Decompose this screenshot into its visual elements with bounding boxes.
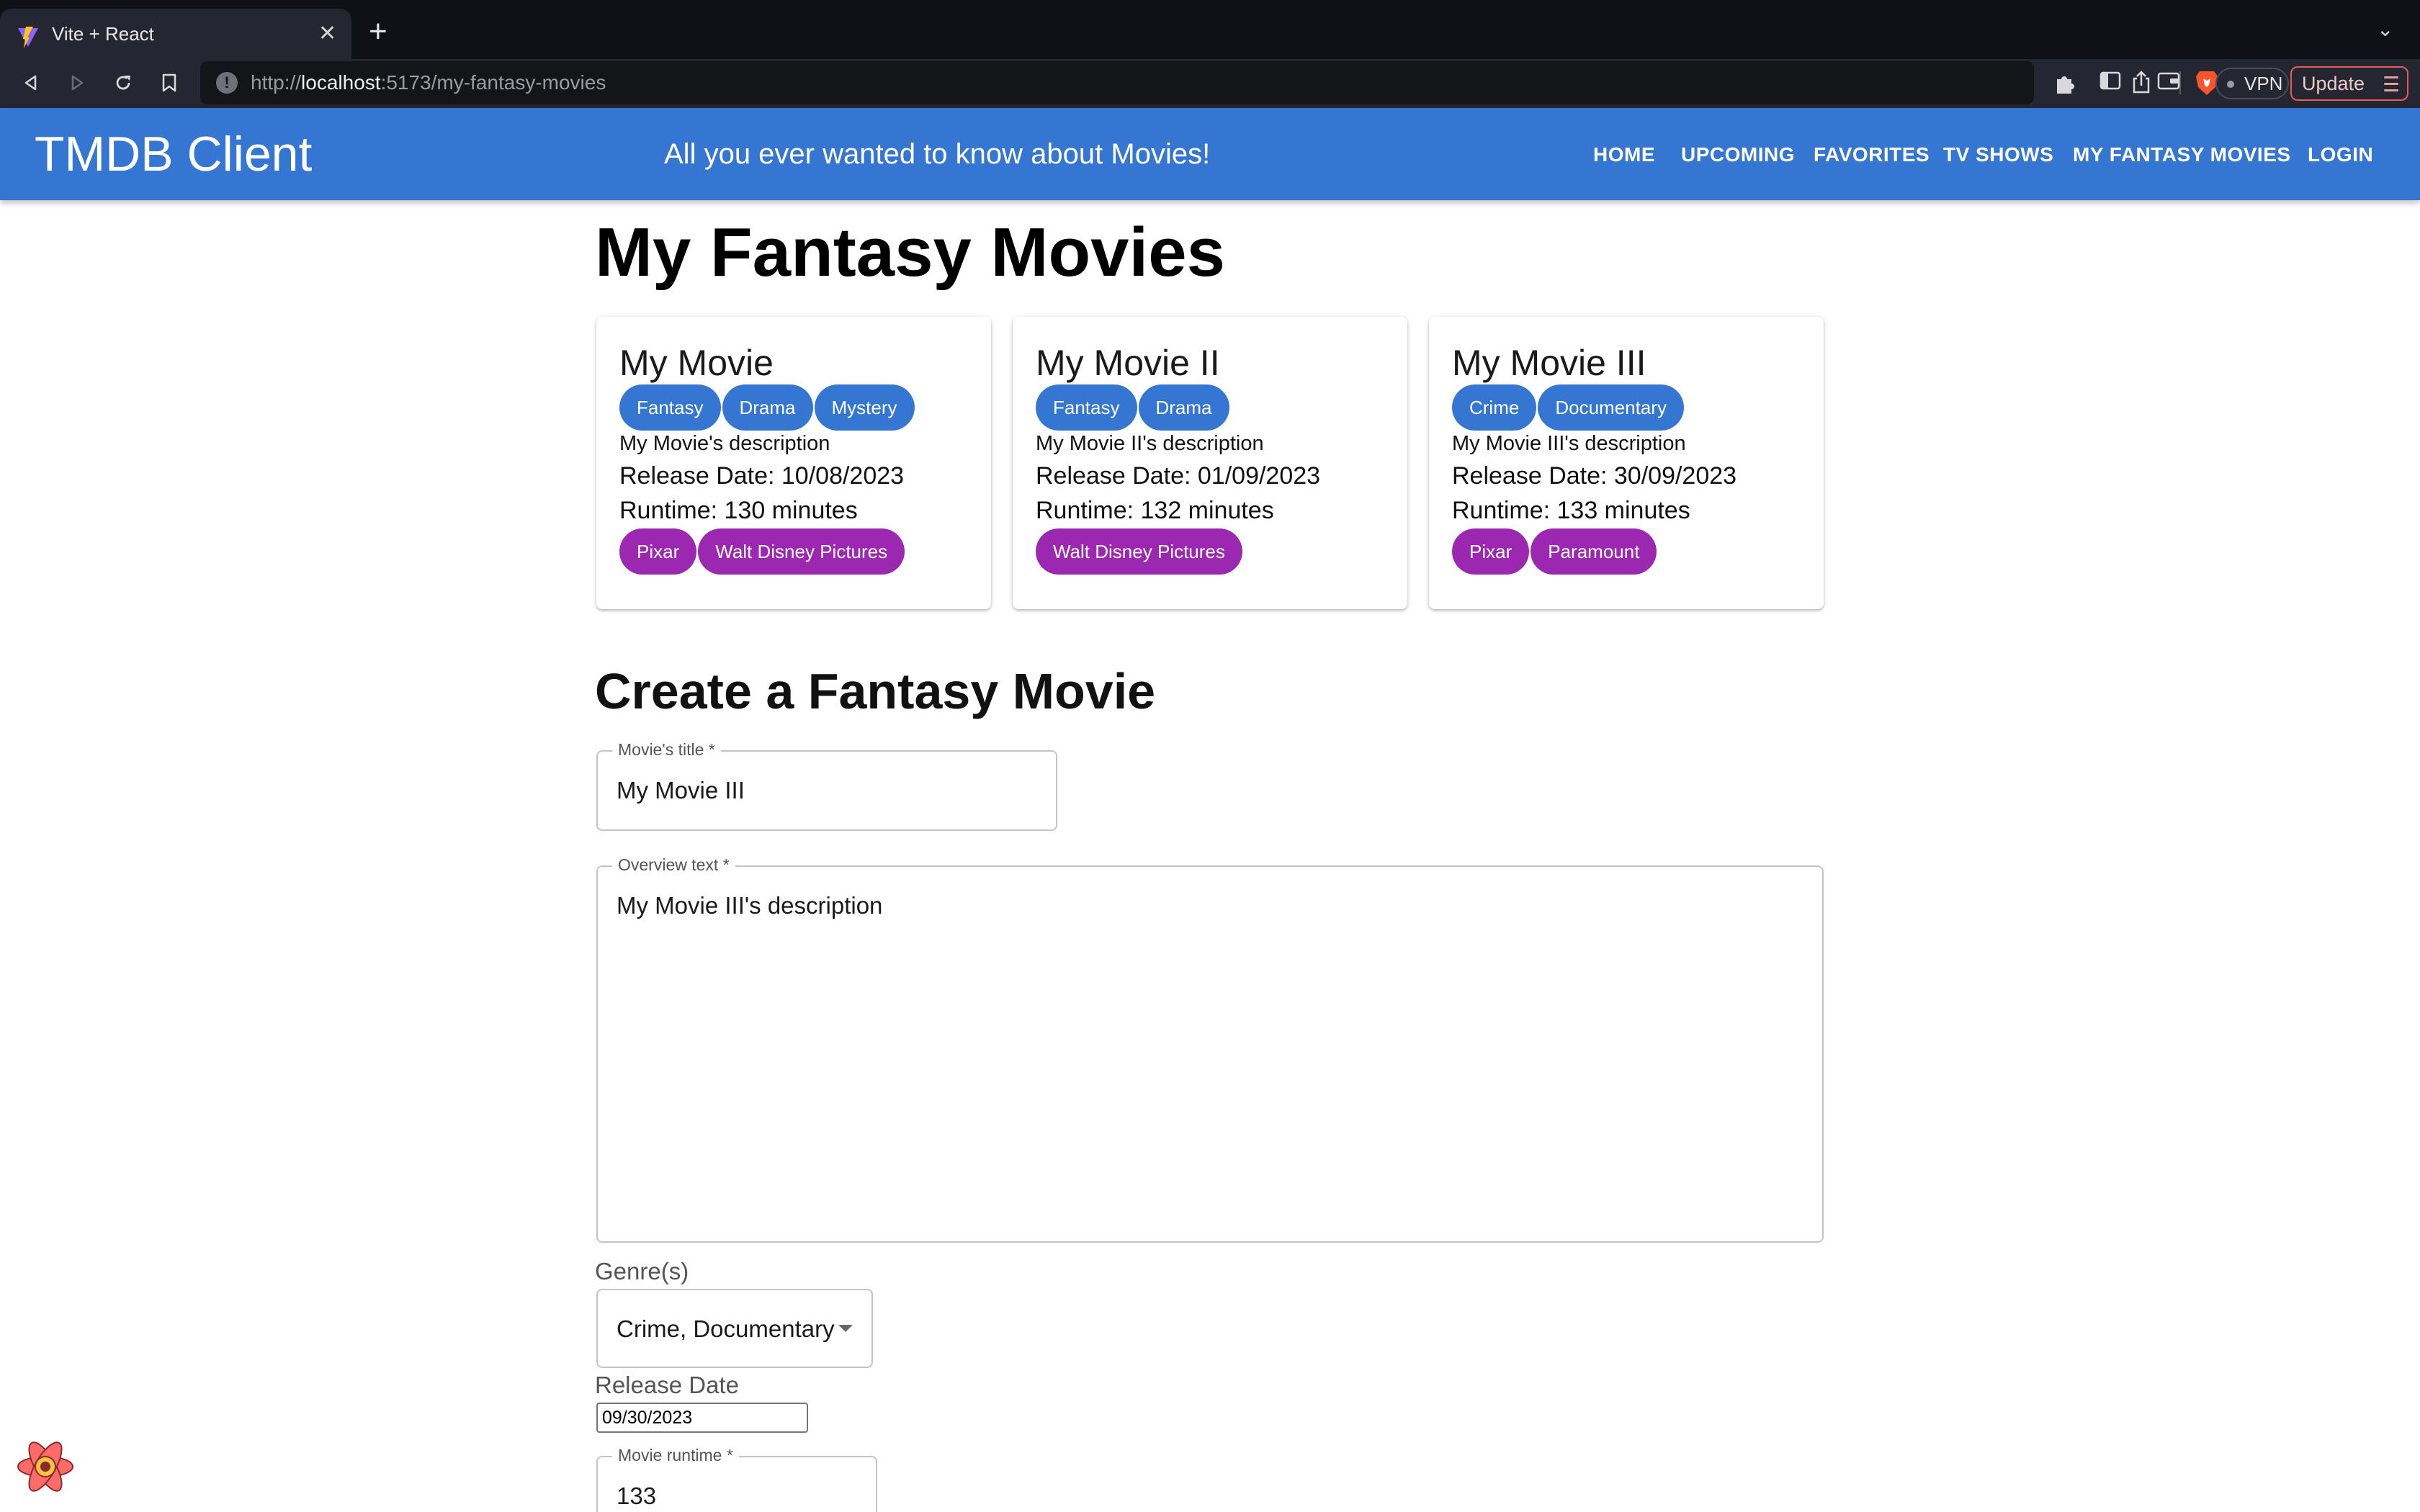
genres-select[interactable]: Crime, Documentary (596, 1289, 873, 1368)
site-info-icon[interactable]: ! (216, 72, 238, 94)
overview-textarea[interactable]: Overview text * My Movie III's descripti… (596, 855, 1824, 1243)
company-chips: Walt Disney Pictures (1036, 528, 1242, 575)
url-text[interactable]: http://localhost:5173/my-fantasy-movies (251, 71, 606, 94)
genres-label: Genre(s) (595, 1258, 689, 1284)
page-title: My Fantasy Movies (595, 214, 1225, 291)
bookmark-icon[interactable] (153, 66, 186, 99)
app-tagline: All you ever wanted to know about Movies… (664, 138, 1211, 170)
movie-title-value[interactable]: My Movie III (617, 776, 745, 805)
update-button[interactable]: Update (2290, 66, 2408, 101)
react-devtools-icon[interactable] (14, 1436, 76, 1498)
update-label: Update (2302, 73, 2365, 94)
movie-card: My Movie III Crime Documentary My Movie … (1429, 317, 1824, 609)
movie-title-field[interactable]: Movie's title * My Movie III (596, 740, 1057, 831)
nav-tv-shows[interactable]: TV SHOWS (1943, 143, 2053, 167)
movie-description: My Movie III's description (1452, 432, 1686, 455)
close-tab-icon[interactable]: ✕ (318, 22, 336, 46)
vite-favicon-icon (18, 27, 38, 48)
back-icon[interactable] (14, 66, 48, 99)
runtime-field[interactable]: Movie runtime * 133 (596, 1446, 877, 1512)
vpn-label: VPN (2244, 73, 2283, 94)
nav-upcoming[interactable]: UPCOMING (1681, 143, 1795, 167)
movie-title: My Movie (619, 343, 774, 383)
tab-title: Vite + React (52, 23, 154, 45)
movie-release-date: Release Date: 10/08/2023 (619, 462, 905, 490)
genre-chip[interactable]: Mystery (814, 384, 915, 431)
movie-description: My Movie's description (619, 432, 830, 455)
genre-chips: Fantasy Drama (1036, 384, 1229, 431)
genre-chip[interactable]: Fantasy (619, 384, 721, 431)
movie-card: My Movie Fantasy Drama Mystery My Movie'… (596, 317, 991, 609)
genre-chips: Crime Documentary (1452, 384, 1684, 431)
release-date-input[interactable]: 09/30/2023 (596, 1403, 808, 1433)
movie-runtime: Runtime: 133 minutes (1452, 497, 1690, 524)
company-chips: Pixar Paramount (1452, 528, 1657, 575)
dropdown-arrow-icon (838, 1325, 853, 1332)
genre-chip[interactable]: Crime (1452, 384, 1537, 431)
chevron-down-icon[interactable]: ⌄ (2377, 17, 2393, 41)
create-section-title: Create a Fantasy Movie (595, 663, 1156, 719)
app-header: TMDB Client All you ever wanted to know … (0, 108, 2420, 200)
nav-login[interactable]: LOGIN (2308, 143, 2373, 167)
browser-toolbar: ! http://localhost:5173/my-fantasy-movie… (0, 59, 2420, 108)
movie-description: My Movie II's description (1036, 432, 1264, 455)
company-chips: Pixar Walt Disney Pictures (619, 528, 905, 575)
app-brand: TMDB Client (35, 127, 313, 181)
genre-chip[interactable]: Documentary (1538, 384, 1684, 431)
movie-runtime: Runtime: 130 minutes (619, 497, 858, 524)
url-path: :5173/my-fantasy-movies (380, 71, 606, 94)
url-scheme: http:// (251, 71, 302, 94)
company-chip[interactable]: Paramount (1531, 528, 1657, 575)
movie-title: My Movie II (1036, 343, 1220, 383)
company-chip[interactable]: Walt Disney Pictures (698, 528, 905, 575)
browser-tab-strip: Vite + React ✕ + ⌄ (0, 0, 2420, 59)
movie-title: My Movie III (1452, 343, 1646, 383)
movie-release-date: Release Date: 01/09/2023 (1036, 462, 1321, 490)
genre-chip[interactable]: Drama (1138, 384, 1229, 431)
menu-icon (2384, 76, 2398, 96)
sidebar-icon[interactable] (2099, 69, 2122, 92)
overview-label: Overview text * (612, 855, 735, 874)
movie-card: My Movie II Fantasy Drama My Movie II's … (1013, 317, 1407, 609)
company-chip[interactable]: Pixar (1452, 528, 1530, 575)
company-chip[interactable]: Pixar (619, 528, 697, 575)
address-bar[interactable]: ! http://localhost:5173/my-fantasy-movie… (200, 61, 2218, 104)
forward-icon[interactable] (60, 66, 94, 99)
reload-icon[interactable] (107, 66, 140, 99)
url-host: localhost (301, 71, 381, 94)
company-chip[interactable]: Walt Disney Pictures (1036, 528, 1242, 575)
runtime-label: Movie runtime * (612, 1446, 739, 1464)
vpn-status-dot (2227, 81, 2234, 88)
runtime-value[interactable]: 133 (617, 1482, 656, 1511)
nav-my-fantasy-movies[interactable]: MY FANTASY MOVIES (2073, 143, 2291, 167)
overview-value[interactable]: My Movie III's description (617, 891, 882, 920)
nav-favorites[interactable]: FAVORITES (1814, 143, 1930, 167)
release-date-label: Release Date (595, 1372, 739, 1398)
genre-chip[interactable]: Fantasy (1036, 384, 1137, 431)
movie-title-label: Movie's title * (612, 740, 721, 759)
new-tab-icon[interactable]: + (369, 16, 387, 48)
movie-release-date: Release Date: 30/09/2023 (1452, 462, 1737, 490)
share-icon[interactable] (2130, 70, 2152, 94)
genre-chip[interactable]: Drama (722, 384, 813, 431)
nav-home[interactable]: HOME (1593, 143, 1655, 167)
vpn-button[interactable]: VPN (2215, 68, 2289, 99)
genre-chips: Fantasy Drama Mystery (619, 384, 915, 431)
browser-tab[interactable]: Vite + React ✕ (0, 9, 351, 59)
extensions-icon[interactable] (2053, 69, 2079, 95)
genres-select-value: Crime, Documentary (617, 1315, 835, 1342)
movie-runtime: Runtime: 132 minutes (1036, 497, 1274, 524)
wallet-icon[interactable] (2156, 69, 2181, 92)
